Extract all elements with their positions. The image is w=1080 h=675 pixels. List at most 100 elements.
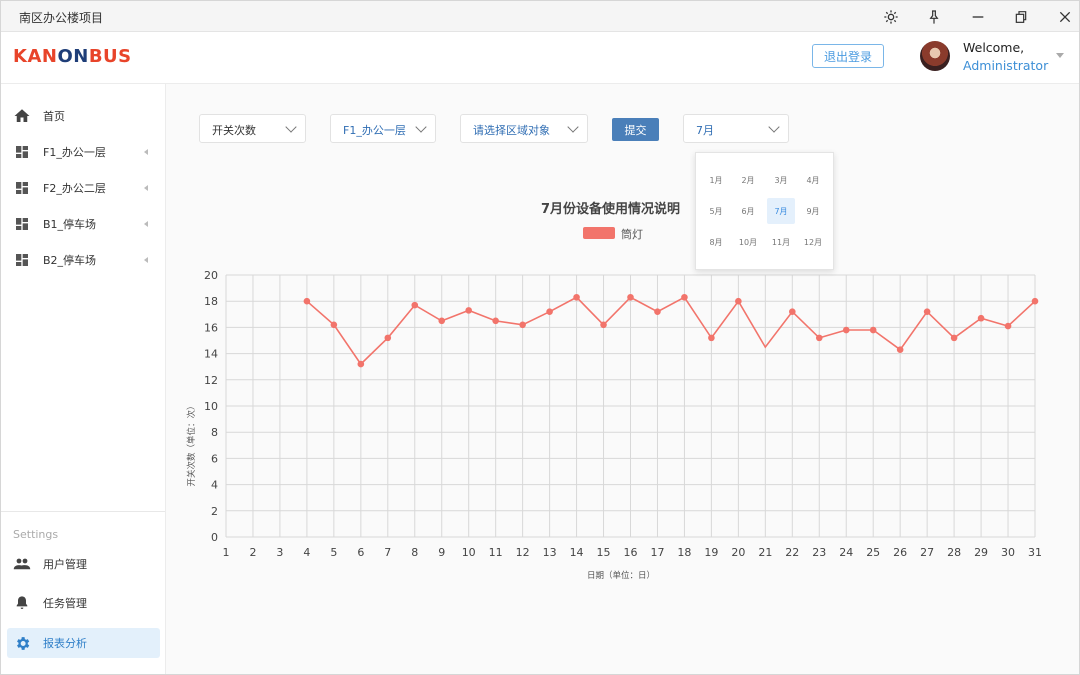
x-tick-label: 15 xyxy=(597,546,611,559)
y-tick-label: 16 xyxy=(204,321,218,334)
sidebar-item-report-analysis[interactable]: 报表分析 xyxy=(7,628,160,658)
y-tick-label: 12 xyxy=(204,374,218,387)
user-name[interactable]: Administrator xyxy=(963,58,1048,73)
x-tick-label: 22 xyxy=(785,546,799,559)
gear-icon xyxy=(13,634,31,652)
window-title: 南区办公楼项目 xyxy=(19,11,104,25)
minimize-icon[interactable] xyxy=(967,6,989,28)
month-option[interactable]: 4月 xyxy=(799,167,827,193)
app-window: 南区办公楼项目 KANONBUS 退出登录 Welcome, Administr… xyxy=(0,0,1080,675)
data-point xyxy=(815,334,823,342)
month-option[interactable]: 9月 xyxy=(799,198,827,224)
dashboard-icon xyxy=(13,179,31,197)
data-point xyxy=(384,334,392,342)
floor-select[interactable]: F1_办公一层 xyxy=(330,114,436,143)
y-axis-title: 开关次数（单位：次） xyxy=(186,401,197,486)
legend-label: 筒灯 xyxy=(621,228,643,241)
month-option[interactable]: 3月 xyxy=(767,167,795,193)
sidebar-item-f1[interactable]: F1_办公一层 xyxy=(1,134,165,170)
sidebar-item-home[interactable]: 首页 xyxy=(1,98,165,134)
metric-select[interactable]: 开关次数 xyxy=(199,114,306,143)
chart-grid xyxy=(225,274,1036,538)
close-icon[interactable] xyxy=(1054,6,1076,28)
data-point xyxy=(681,293,688,301)
data-point xyxy=(357,360,365,368)
sidebar-divider xyxy=(1,511,165,512)
bell-icon xyxy=(13,594,31,612)
x-tick-label: 21 xyxy=(758,546,772,559)
month-picker-panel: 1月 2月 3月 4月 5月 6月 7月 9月 8月 10月 11月 12月 xyxy=(695,152,834,270)
floor-select-value: F1_办公一层 xyxy=(343,124,406,137)
month-option[interactable]: 8月 xyxy=(702,229,730,255)
x-tick-label: 10 xyxy=(462,546,476,559)
sidebar-item-task-management[interactable]: 任务管理 xyxy=(1,585,165,621)
data-point xyxy=(896,346,904,353)
data-point xyxy=(573,293,580,301)
month-option[interactable]: 11月 xyxy=(767,229,795,255)
data-point xyxy=(977,314,985,322)
main-content: 0 2 4 6 8 10 12 14 16 18 20 1 2 3 4 5 6 7 8 9 10 11 12 13 14 15 1… xyxy=(166,84,1079,674)
submit-button[interactable]: 提交 xyxy=(612,118,659,141)
x-tick-label: 5 xyxy=(330,546,337,559)
sidebar-item-b1[interactable]: B1_停车场 xyxy=(1,206,165,242)
legend-swatch[interactable] xyxy=(583,227,615,239)
data-point xyxy=(411,301,419,309)
metric-select-value: 开关次数 xyxy=(212,124,256,137)
y-tick-label: 18 xyxy=(204,295,218,308)
title-bar: 南区办公楼项目 xyxy=(1,1,1079,32)
month-option[interactable]: 6月 xyxy=(734,198,762,224)
x-tick-label: 13 xyxy=(543,546,557,559)
welcome-text: Welcome, xyxy=(963,40,1025,55)
dashboard-icon xyxy=(13,143,31,161)
month-option[interactable]: 5月 xyxy=(702,198,730,224)
month-option-selected[interactable]: 7月 xyxy=(767,198,795,224)
month-option[interactable]: 12月 xyxy=(799,229,827,255)
x-tick-label: 12 xyxy=(516,546,530,559)
pin-icon[interactable] xyxy=(923,6,945,28)
home-icon xyxy=(13,107,31,125)
sidebar-item-f2[interactable]: F2_办公二层 xyxy=(1,170,165,206)
chevron-down-icon[interactable] xyxy=(1056,53,1064,58)
x-tick-label: 19 xyxy=(704,546,718,559)
x-tick-label: 30 xyxy=(1001,546,1015,559)
x-tick-label: 4 xyxy=(303,546,310,559)
chevron-left-icon xyxy=(144,149,148,155)
y-axis-ticks: 0 2 4 6 8 10 12 14 16 18 20 xyxy=(204,269,218,544)
x-tick-label: 20 xyxy=(731,546,745,559)
area-select[interactable]: 请选择区域对象 xyxy=(460,114,588,143)
x-tick-label: 8 xyxy=(411,546,418,559)
restore-icon[interactable] xyxy=(1010,6,1032,28)
logout-button[interactable]: 退出登录 xyxy=(812,44,884,68)
y-tick-label: 10 xyxy=(204,400,218,413)
dashboard-icon xyxy=(13,251,31,269)
sidebar-item-label: B2_停车场 xyxy=(43,254,97,267)
month-option[interactable]: 2月 xyxy=(734,167,762,193)
chart-title: 7月份设备使用情况说明 xyxy=(541,202,681,217)
month-option[interactable]: 10月 xyxy=(734,229,762,255)
month-select-value: 7月 xyxy=(696,124,714,137)
x-tick-label: 23 xyxy=(812,546,826,559)
data-point xyxy=(789,308,796,315)
month-select[interactable]: 7月 xyxy=(683,114,789,143)
x-tick-label: 7 xyxy=(384,546,391,559)
x-tick-label: 24 xyxy=(839,546,853,559)
avatar[interactable] xyxy=(920,41,950,71)
settings-icon[interactable] xyxy=(880,6,902,28)
y-tick-label: 6 xyxy=(211,452,218,465)
x-axis-title: 日期（单位：日） xyxy=(587,570,655,581)
x-tick-label: 31 xyxy=(1028,546,1042,559)
sidebar-item-user-management[interactable]: 用户管理 xyxy=(1,546,165,582)
x-tick-label: 1 xyxy=(223,546,230,559)
data-point xyxy=(842,326,850,334)
data-point xyxy=(438,317,446,325)
x-tick-label: 11 xyxy=(489,546,503,559)
month-option[interactable]: 1月 xyxy=(702,167,730,193)
sidebar-item-b2[interactable]: B2_停车场 xyxy=(1,242,165,278)
data-point xyxy=(303,297,311,305)
y-tick-label: 0 xyxy=(211,531,218,544)
x-tick-label: 2 xyxy=(249,546,256,559)
data-point xyxy=(600,321,607,329)
data-point xyxy=(869,326,877,334)
sidebar-item-label: F2_办公二层 xyxy=(43,182,106,195)
data-point xyxy=(708,334,715,342)
